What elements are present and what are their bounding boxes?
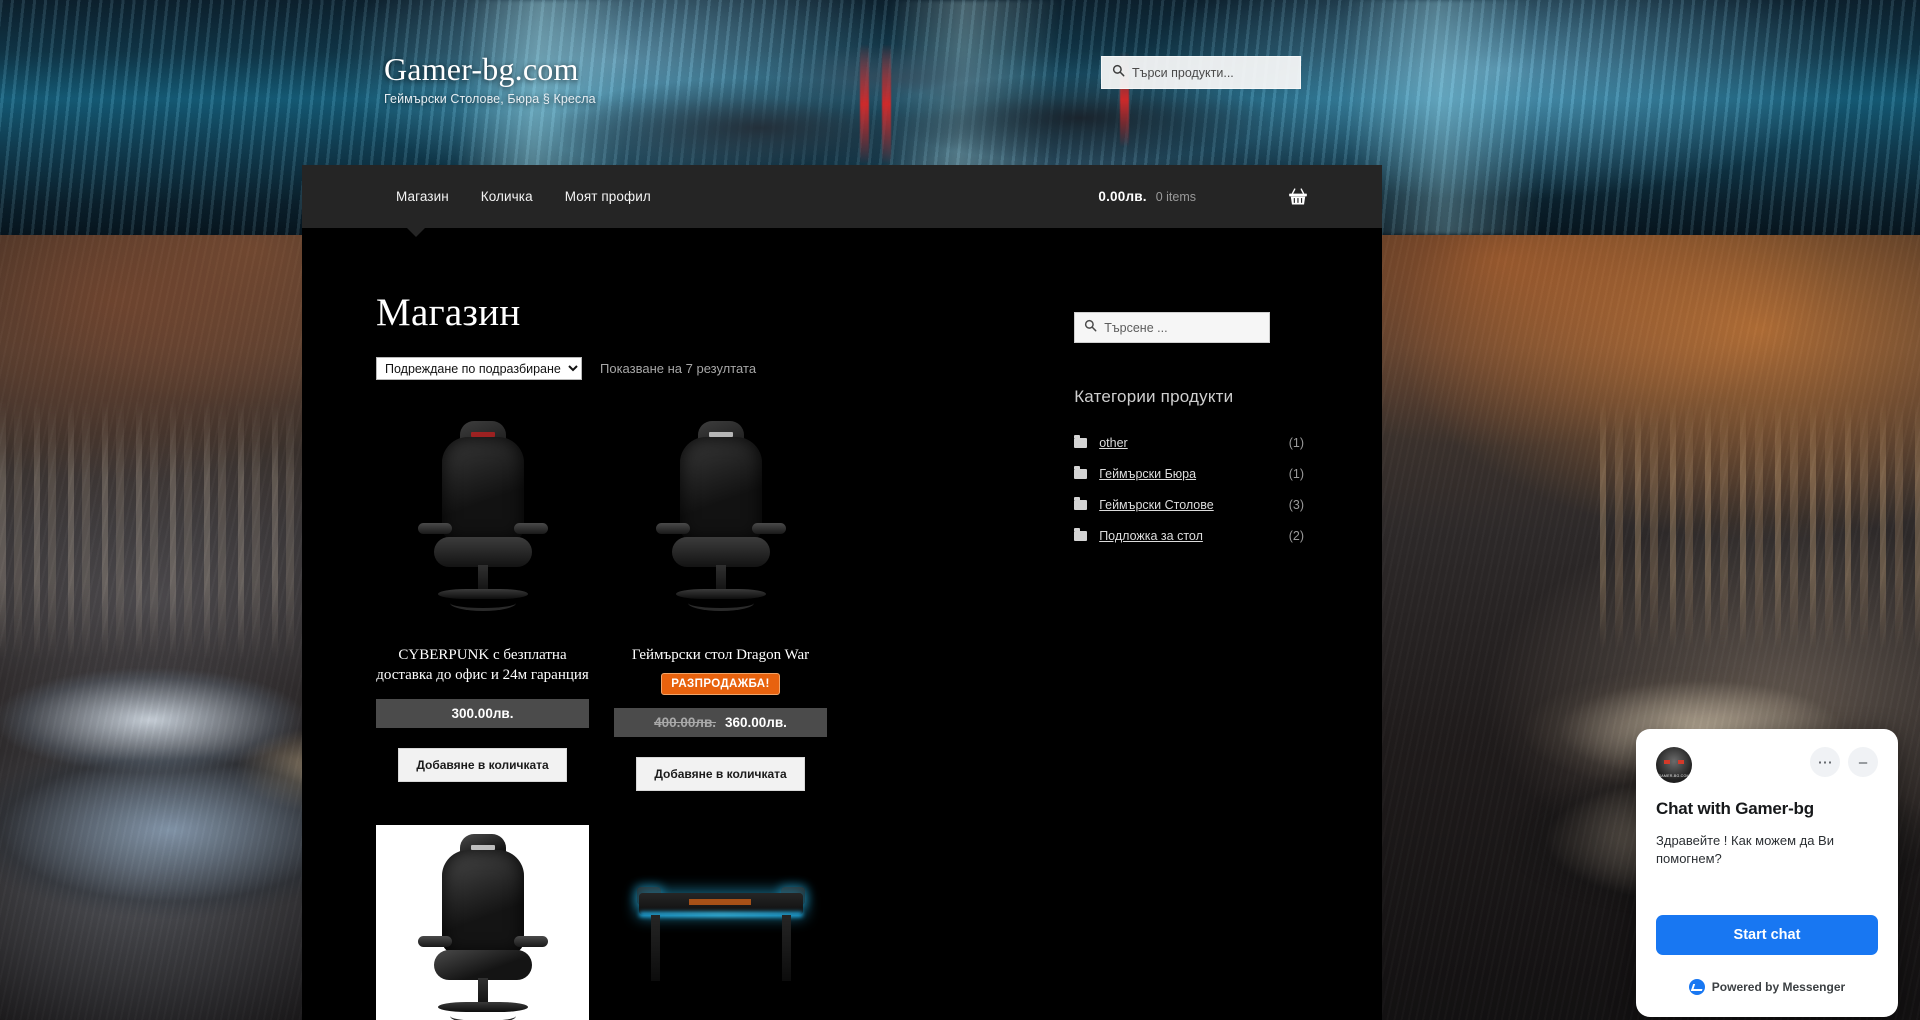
site-title: Gamer-bg.com bbox=[384, 51, 579, 87]
header-search-form[interactable] bbox=[1101, 56, 1301, 89]
category-count: (1) bbox=[1288, 467, 1304, 481]
background-city-left bbox=[0, 400, 300, 660]
orderby-select[interactable]: Подреждане по подразбиране bbox=[376, 357, 582, 380]
avatar-label: GAMER-BG.COM bbox=[1658, 774, 1690, 778]
avatar: GAMER-BG.COM bbox=[1656, 747, 1692, 783]
nav-item-cart[interactable]: Количка bbox=[465, 189, 549, 204]
site-content-shell: Магазин Количка Моят профил 0.00лв. 0 it… bbox=[302, 165, 1382, 1020]
result-count: Показване на 7 резултата bbox=[600, 361, 757, 376]
folder-icon bbox=[1074, 497, 1088, 510]
shopping-basket-icon[interactable] bbox=[1288, 187, 1308, 206]
gaming-chair-image bbox=[408, 419, 558, 619]
category-list-item[interactable]: Подложка за стол (2) bbox=[1074, 528, 1308, 543]
category-link[interactable]: other bbox=[1099, 436, 1128, 450]
powered-by-label: Powered by Messenger bbox=[1711, 980, 1846, 994]
category-list-item[interactable]: Геймърски Столове (3) bbox=[1074, 497, 1308, 512]
sale-badge: РАЗПРОДАЖБА! bbox=[661, 673, 780, 696]
category-count: (3) bbox=[1288, 498, 1304, 512]
page-content: Магазин Подреждане по подразбиране Показ… bbox=[302, 228, 1382, 1020]
category-count: (1) bbox=[1288, 436, 1304, 450]
start-chat-button[interactable]: Start chat bbox=[1656, 915, 1878, 955]
search-icon bbox=[1112, 64, 1125, 82]
product-price: 300.00лв. bbox=[451, 705, 514, 721]
category-link[interactable]: Геймърски Бюра bbox=[1099, 467, 1196, 481]
chat-heading: Chat with Gamer-bg bbox=[1656, 799, 1814, 818]
product-card[interactable]: CYBERPUNK с безплатна доставка до офис и… bbox=[376, 412, 589, 791]
product-thumbnail[interactable] bbox=[614, 825, 827, 985]
product-grid: CYBERPUNK с безплатна доставка до офис и… bbox=[376, 412, 1048, 1020]
product-price-bar: 400.00лв. 360.00лв. bbox=[614, 708, 827, 738]
folder-icon bbox=[1074, 466, 1088, 479]
background-city-right bbox=[1600, 400, 1920, 650]
product-card[interactable]: Геймърски стол Dragon War РАЗПРОДАЖБА! 4… bbox=[614, 412, 827, 792]
folder-icon bbox=[1074, 528, 1088, 541]
chat-header-actions: ⋯ – bbox=[1810, 747, 1878, 777]
nav-item-my-account[interactable]: Моят профил bbox=[549, 189, 667, 204]
add-to-cart-button[interactable]: Добавяне в количката bbox=[398, 747, 567, 782]
chat-widget-header: GAMER-BG.COM ⋯ – bbox=[1656, 747, 1878, 783]
category-count: (2) bbox=[1288, 529, 1304, 543]
search-icon bbox=[1084, 319, 1097, 337]
site-tagline: Геймърски Столове, Бюра § Кресла bbox=[384, 92, 596, 107]
nav-cart-area: 0.00лв. 0 items bbox=[1098, 187, 1382, 206]
folder-icon bbox=[1074, 435, 1088, 448]
cart-total-amount: 0.00лв. bbox=[1098, 189, 1147, 204]
cart-item-count: 0 items bbox=[1155, 189, 1196, 204]
ellipsis-icon[interactable]: ⋯ bbox=[1810, 747, 1840, 777]
main-navigation-bar: Магазин Количка Моят профил 0.00лв. 0 it… bbox=[302, 165, 1382, 237]
sidebar-search-input[interactable] bbox=[1104, 320, 1261, 335]
shop-main-column: Магазин Подреждане по подразбиране Показ… bbox=[376, 290, 1048, 1020]
category-list-item[interactable]: Геймърски Бюра (1) bbox=[1074, 466, 1308, 481]
add-to-cart-button[interactable]: Добавяне в количката bbox=[636, 757, 805, 792]
messenger-icon bbox=[1688, 979, 1705, 995]
product-title[interactable]: CYBERPUNK с безплатна доставка до офис и… bbox=[376, 645, 589, 686]
nav-links: Магазин Количка Моят профил bbox=[380, 189, 667, 204]
categories-widget-title: Категории продукти bbox=[1074, 387, 1234, 406]
messenger-chat-widget[interactable]: GAMER-BG.COM ⋯ – Chat with Gamer-bg Здра… bbox=[1636, 729, 1898, 1017]
page-title: Магазин bbox=[376, 291, 521, 334]
minimize-icon[interactable]: – bbox=[1848, 747, 1878, 777]
sidebar-search-form[interactable] bbox=[1074, 312, 1271, 343]
category-link[interactable]: Геймърски Столове bbox=[1099, 498, 1214, 512]
chat-greeting-message: Здравейте ! Как можем да Ви помогнем? bbox=[1656, 833, 1834, 866]
site-branding[interactable]: Gamer-bg.com Геймърски Столове, Бюра § К… bbox=[384, 51, 596, 107]
product-thumbnail[interactable] bbox=[376, 412, 589, 625]
product-title[interactable]: Геймърски стол Dragon War bbox=[614, 645, 827, 665]
product-card[interactable]: Геймърски стол от естествена кожа с безп… bbox=[376, 825, 589, 1020]
nav-item-shop[interactable]: Магазин bbox=[380, 189, 465, 204]
shop-toolbar: Подреждане по подразбиране Показване на … bbox=[376, 357, 1048, 380]
header-search-input[interactable] bbox=[1132, 65, 1290, 80]
category-link[interactable]: Подложка за стол bbox=[1099, 529, 1203, 543]
gaming-desk-image bbox=[631, 865, 811, 985]
product-price: 360.00лв. bbox=[725, 715, 787, 731]
product-price-bar: 300.00лв. bbox=[376, 698, 589, 728]
gaming-chair-image bbox=[408, 832, 558, 1020]
shop-sidebar: Категории продукти other (1) Геймърски Б… bbox=[1074, 290, 1308, 1020]
product-price-original: 400.00лв. bbox=[654, 715, 716, 731]
product-categories-list: other (1) Геймърски Бюра (1) Геймърски С… bbox=[1074, 435, 1308, 543]
product-thumbnail[interactable] bbox=[376, 825, 589, 1020]
powered-by-messenger: Powered by Messenger bbox=[1636, 979, 1898, 995]
gaming-chair-image bbox=[646, 419, 796, 619]
category-list-item[interactable]: other (1) bbox=[1074, 435, 1308, 450]
product-thumbnail[interactable] bbox=[614, 412, 827, 625]
product-card[interactable] bbox=[614, 825, 827, 1020]
